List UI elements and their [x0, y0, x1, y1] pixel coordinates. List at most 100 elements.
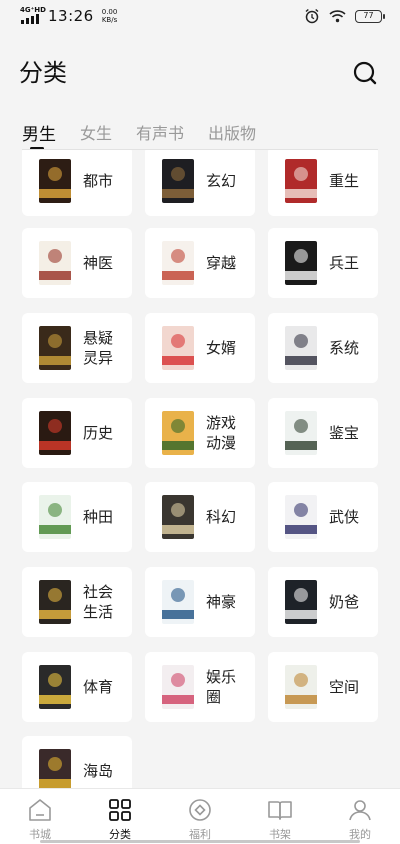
- category-card[interactable]: 重生: [268, 150, 378, 216]
- battery-level: 77: [363, 10, 374, 20]
- category-label: 种田: [83, 508, 114, 526]
- category-tabs: 男生 女生 有声书 出版物: [0, 120, 400, 150]
- book-cover-image: [39, 326, 71, 370]
- grid-icon: [109, 799, 131, 821]
- category-label: 科幻: [206, 508, 237, 526]
- category-card[interactable]: 社会生活: [22, 567, 132, 637]
- book-cover-image: [39, 749, 71, 788]
- category-label: 穿越: [206, 254, 237, 272]
- status-bar: 4G⁺HD 13:26 0.00 KB/s 77: [0, 0, 400, 32]
- tab-audiobook[interactable]: 有声书: [136, 120, 184, 150]
- gift-icon: [189, 799, 211, 821]
- alarm-icon: [305, 8, 319, 24]
- profile-icon: [349, 800, 371, 821]
- tab-publication[interactable]: 出版物: [208, 120, 256, 150]
- category-card[interactable]: 娱乐圈: [145, 652, 255, 722]
- network-speed-value: 0.00: [101, 8, 118, 16]
- book-cover-image: [39, 665, 71, 709]
- category-label: 兵王: [329, 254, 360, 272]
- category-label: 重生: [329, 172, 360, 190]
- category-label: 娱乐圈: [206, 668, 237, 706]
- tab-male-label: 男生: [22, 125, 56, 145]
- nav-item-category[interactable]: 分类: [80, 789, 160, 844]
- category-card[interactable]: 都市: [22, 150, 132, 216]
- category-label: 系统: [329, 339, 360, 357]
- category-card[interactable]: 神豪: [145, 567, 255, 637]
- book-cover-image: [285, 159, 317, 203]
- status-right: 77: [304, 8, 385, 24]
- category-card[interactable]: 武侠: [268, 482, 378, 552]
- bookshelf-icon: [268, 801, 292, 820]
- page-title: 分类: [19, 59, 67, 87]
- category-card[interactable]: 系统: [268, 313, 378, 383]
- tab-female[interactable]: 女生: [80, 120, 112, 150]
- category-card[interactable]: 种田: [22, 482, 132, 552]
- signal-icon: 4G⁺HD: [20, 6, 46, 25]
- category-card[interactable]: 科幻: [145, 482, 255, 552]
- category-card[interactable]: 玄幻: [145, 150, 255, 216]
- category-label: 体育: [83, 678, 114, 696]
- category-label: 游戏动漫: [206, 414, 237, 452]
- book-cover-image: [39, 580, 71, 624]
- network-speed: 0.00 KB/s: [102, 8, 118, 24]
- category-grid: 都市 玄幻 重生神医 穿越 兵王悬疑灵异 女婿 系统历史 游戏动漫 鉴宝种田 科幻 武侠社会生活 神豪…: [0, 150, 400, 788]
- book-cover-image: [285, 665, 317, 709]
- category-card[interactable]: 女婿: [145, 313, 255, 383]
- category-card[interactable]: 海岛: [22, 736, 132, 788]
- category-label: 神医: [83, 254, 114, 272]
- category-label: 玄幻: [206, 172, 237, 190]
- book-cover-image: [162, 495, 194, 539]
- book-cover-image: [39, 159, 71, 203]
- battery-icon: 77: [355, 9, 385, 23]
- category-card[interactable]: 奶爸: [268, 567, 378, 637]
- category-card[interactable]: 穿越: [145, 228, 255, 298]
- nav-item-welfare[interactable]: 福利: [160, 789, 240, 844]
- category-card[interactable]: 游戏动漫: [145, 398, 255, 468]
- category-label: 都市: [83, 172, 114, 190]
- tab-audiobook-label: 有声书: [136, 124, 185, 143]
- category-card[interactable]: 兵王: [268, 228, 378, 298]
- network-type-label: 4G⁺HD: [20, 6, 46, 14]
- book-cover-image: [162, 580, 194, 624]
- category-label: 社会生活: [83, 583, 114, 621]
- book-cover-image: [285, 580, 317, 624]
- tab-publication-label: 出版物: [208, 124, 257, 143]
- tab-female-label: 女生: [80, 124, 113, 143]
- book-cover-image: [39, 411, 71, 455]
- tab-male[interactable]: 男生: [22, 120, 56, 150]
- book-cover-image: [285, 411, 317, 455]
- book-cover-image: [285, 495, 317, 539]
- search-icon[interactable]: [352, 60, 378, 86]
- category-label: 武侠: [329, 508, 360, 526]
- book-cover-image: [285, 326, 317, 370]
- book-cover-image: [162, 326, 194, 370]
- category-card[interactable]: 历史: [22, 398, 132, 468]
- nav-item-profile[interactable]: 我的: [320, 789, 400, 844]
- nav-item-bookshelf[interactable]: 书架: [240, 789, 320, 844]
- category-label: 鉴宝: [329, 424, 360, 442]
- category-label: 女婿: [206, 339, 237, 357]
- category-label: 奶爸: [329, 593, 360, 611]
- status-left: 4G⁺HD 13:26 0.00 KB/s: [20, 6, 118, 25]
- category-card[interactable]: 神医: [22, 228, 132, 298]
- status-time: 13:26: [48, 7, 94, 25]
- category-card[interactable]: 空间: [268, 652, 378, 722]
- book-cover-image: [162, 159, 194, 203]
- book-cover-image: [285, 241, 317, 285]
- category-label: 海岛: [83, 762, 114, 780]
- category-card[interactable]: 悬疑灵异: [22, 313, 132, 383]
- home-indicator: [40, 840, 360, 843]
- network-speed-unit: KB/s: [101, 16, 118, 24]
- category-label: 悬疑灵异: [83, 329, 114, 367]
- category-card[interactable]: 鉴宝: [268, 398, 378, 468]
- book-cover-image: [162, 411, 194, 455]
- book-cover-image: [162, 241, 194, 285]
- home-icon: [29, 799, 51, 821]
- category-label: 空间: [329, 678, 360, 696]
- category-label: 历史: [83, 424, 114, 442]
- book-cover-image: [162, 665, 194, 709]
- wifi-icon: [329, 10, 346, 23]
- nav-item-bookstore[interactable]: 书城: [0, 789, 80, 844]
- book-cover-image: [39, 495, 71, 539]
- category-card[interactable]: 体育: [22, 652, 132, 722]
